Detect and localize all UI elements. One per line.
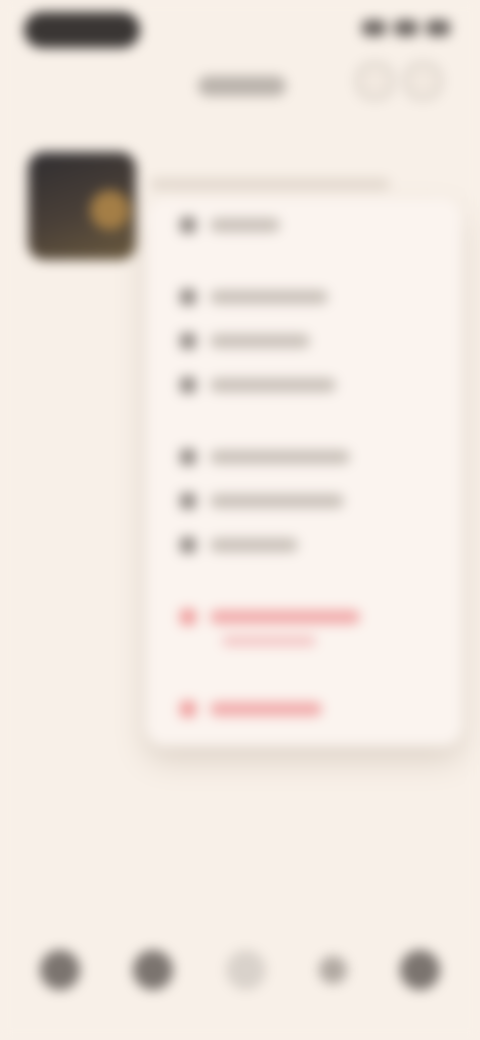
profile-icon[interactable] [400,950,440,990]
context-menu [146,198,462,746]
menu-item[interactable] [180,534,298,556]
link-icon [180,449,196,465]
menu-item-danger[interactable] [180,698,322,720]
copy-icon [180,333,196,349]
menu-item-label [210,538,298,552]
bottom-nav [40,940,440,1000]
menu-item-label [210,218,280,232]
menu-item-label [210,378,336,392]
wifi-icon [394,20,418,36]
menu-item[interactable] [180,446,350,468]
menu-item-danger[interactable] [180,606,360,628]
more-icon[interactable] [404,62,442,100]
activity-icon[interactable] [319,956,347,984]
battery-icon [426,20,450,36]
menu-item[interactable] [180,374,336,396]
search-icon[interactable] [133,950,173,990]
move-icon [180,377,196,393]
image-icon [180,537,196,553]
signal-icon [362,20,386,36]
page-title [198,76,286,96]
menu-item-label [210,334,310,348]
app-screen [0,0,480,1040]
thumbnail-highlight [90,190,130,230]
menu-item[interactable] [180,330,310,352]
folder-icon [180,493,196,509]
menu-item[interactable] [180,286,328,308]
menu-item[interactable] [180,490,344,512]
list-icon [180,217,196,233]
edit-icon [180,289,196,305]
thumbnail-caption [150,178,390,190]
menu-item-label [210,494,344,508]
trash-icon [180,701,196,717]
home-icon[interactable] [40,950,80,990]
menu-item-subtext [222,636,316,646]
status-icons [362,20,450,36]
media-thumbnail[interactable] [28,152,136,260]
share-icon[interactable] [356,62,394,100]
add-icon[interactable] [226,950,266,990]
menu-item[interactable] [180,214,280,236]
menu-item-label [210,702,322,716]
menu-item-label [210,290,328,304]
menu-item-label [210,450,350,464]
menu-item-label [210,610,360,624]
warning-icon [180,609,196,625]
status-pill [24,12,140,48]
